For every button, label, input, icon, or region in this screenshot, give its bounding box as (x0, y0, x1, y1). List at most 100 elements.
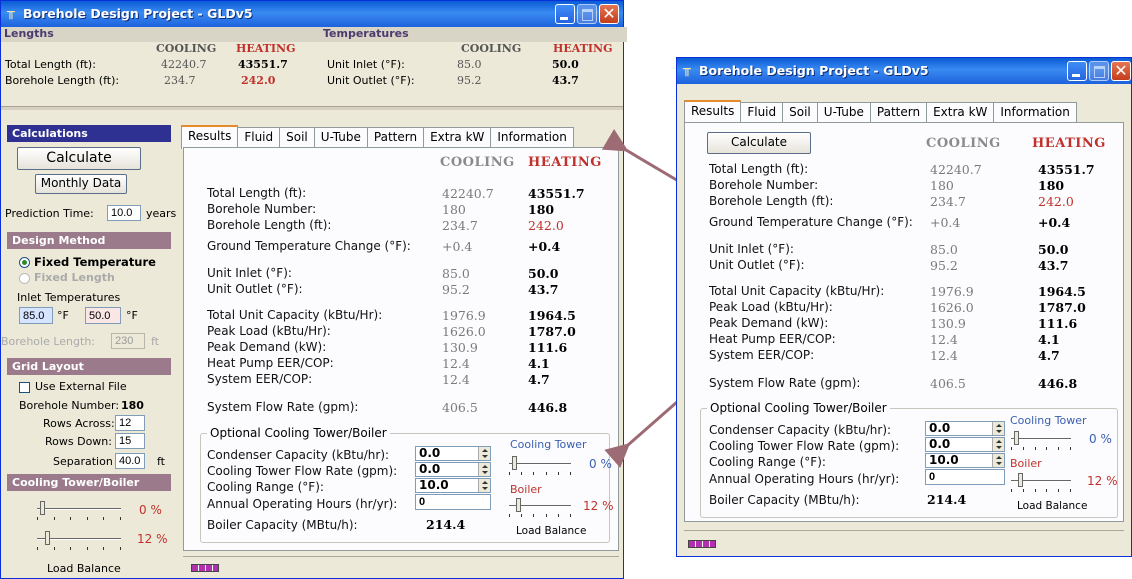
spin-arrows-icon[interactable] (478, 463, 490, 476)
tab-soil[interactable]: Soil (782, 102, 818, 123)
boiler-percent: 12 % (583, 499, 614, 513)
total-length-cool: 42240.7 (442, 186, 494, 201)
boiler-slider[interactable] (509, 498, 571, 517)
unit-inlet-heat: 50.0 (1038, 242, 1069, 257)
use-external-file-label: Use External File (35, 380, 127, 393)
summary-cooling-header: COOLING (156, 42, 217, 55)
load-balance-label: Load Balance (516, 525, 587, 537)
tab-fluid[interactable]: Fluid (237, 127, 281, 148)
cooling-tower-slider[interactable] (1011, 431, 1071, 450)
status-divider (684, 530, 1124, 531)
peak-demand-label: Peak Demand (kW): (709, 316, 829, 330)
rows-across-input[interactable] (115, 415, 145, 431)
monthly-data-button[interactable]: Monthly Data (35, 174, 127, 194)
borehole-length-row-label: Borehole Length (ft): (709, 194, 834, 208)
cooling-tower-slider[interactable] (509, 456, 571, 475)
unit-outlet-label: Unit Outlet (°F): (709, 258, 805, 272)
condenser-capacity-label: Condenser Capacity (kBtu/hr): (207, 448, 390, 462)
borehole-length-input[interactable] (111, 333, 145, 349)
spin-arrows-icon[interactable] (478, 447, 490, 460)
optional-group-title: Optional Cooling Tower/Boiler (207, 426, 390, 440)
main-window: ╥ Borehole Design Project - GLDv5 ✕ Leng… (0, 0, 627, 579)
detail-title-bar[interactable]: ╥ Borehole Design Project - GLDv5 ✕ (677, 58, 1131, 84)
tab-extra-kw[interactable]: Extra kW (926, 102, 995, 123)
tower-flow-stepper[interactable]: 0.0 (925, 437, 1005, 452)
system-eer-heat: 4.7 (1038, 348, 1060, 363)
unit-inlet-heat: 50.0 (528, 266, 559, 281)
slider-thumb[interactable] (512, 456, 517, 470)
tab-results[interactable]: Results (181, 125, 239, 149)
unit-outlet-cool: 95.2 (930, 258, 958, 273)
inlet-heat-unit: °F (126, 309, 138, 322)
tower-flow-stepper[interactable]: 0.0 (415, 462, 491, 477)
peak-demand-label: Peak Demand (kW): (207, 340, 327, 354)
tab-u-tube[interactable]: U-Tube (816, 102, 871, 123)
rows-across-label: Rows Across: (43, 417, 115, 430)
close-icon: ✕ (1114, 61, 1128, 80)
tab-information[interactable]: Information (490, 127, 574, 148)
slider-thumb[interactable] (40, 501, 45, 515)
peak-demand-heat: 111.6 (528, 340, 568, 355)
maximize-button[interactable] (577, 4, 597, 24)
boiler-slider[interactable] (1011, 473, 1071, 492)
tab-pattern[interactable]: Pattern (366, 127, 425, 148)
use-external-file-checkbox[interactable] (19, 382, 30, 393)
separation-input[interactable] (115, 453, 145, 469)
borehole-length-cool: 234.7 (930, 194, 966, 209)
spin-arrows-icon[interactable] (478, 479, 490, 492)
sidebar-load-balance-label: Load Balance (47, 562, 121, 575)
peak-demand-cool: 130.9 (442, 340, 478, 355)
sidebar-boiler-percent: 12 % (137, 532, 168, 546)
detail-calculate-button[interactable]: Calculate (707, 132, 811, 154)
close-button[interactable]: ✕ (1111, 61, 1131, 81)
condenser-capacity-stepper[interactable]: 0.0 (415, 446, 491, 461)
fixed-length-radio[interactable] (19, 273, 30, 284)
sidebar-boiler-slider[interactable] (37, 531, 121, 550)
tab-u-tube[interactable]: U-Tube (313, 127, 368, 148)
condenser-capacity-stepper[interactable]: 0.0 (925, 421, 1005, 436)
system-flow-heat: 446.8 (528, 400, 568, 415)
spin-arrows-icon[interactable] (992, 454, 1004, 467)
spin-arrows-icon[interactable] (992, 438, 1004, 451)
fixed-temperature-radio[interactable] (19, 257, 30, 268)
annual-hours-input[interactable] (415, 494, 491, 510)
title-bar[interactable]: ╥ Borehole Design Project - GLDv5 ✕ (1, 1, 623, 27)
tab-information[interactable]: Information (993, 102, 1077, 123)
annual-hours-input[interactable] (925, 469, 1005, 485)
spin-arrows-icon[interactable] (992, 422, 1004, 435)
unit-inlet-label: Unit Inlet (°F): (207, 266, 292, 280)
tab-results[interactable]: Results (684, 100, 742, 124)
tab-soil[interactable]: Soil (279, 127, 315, 148)
prediction-time-input[interactable] (107, 205, 141, 221)
minimize-button[interactable] (555, 4, 575, 24)
temp-heating-header: HEATING (553, 42, 613, 55)
slider-thumb[interactable] (45, 531, 50, 545)
peak-load-cool: 1626.0 (930, 300, 974, 315)
tab-pattern[interactable]: Pattern (869, 102, 928, 123)
borehole-number-row-label: Borehole Number: (709, 178, 819, 192)
calculate-button[interactable]: Calculate (17, 147, 141, 170)
close-button[interactable]: ✕ (599, 4, 619, 24)
slider-thumb[interactable] (1018, 473, 1023, 487)
slider-thumb[interactable] (1014, 431, 1019, 445)
inlet-heat-input[interactable] (85, 307, 121, 324)
inlet-cool-input[interactable] (19, 307, 53, 324)
summary-heating-header: HEATING (236, 42, 296, 55)
rows-down-label: Rows Down: (45, 435, 112, 448)
tab-fluid[interactable]: Fluid (740, 102, 784, 123)
system-flow-cool: 406.5 (442, 400, 478, 415)
cooling-range-label: Cooling Range (°F): (709, 455, 826, 469)
ground-temp-change-label: Ground Temperature Change (°F): (207, 239, 411, 253)
sidebar-tower-slider[interactable] (37, 501, 121, 520)
tab-extra-kw[interactable]: Extra kW (423, 127, 492, 148)
slider-thumb[interactable] (516, 498, 521, 512)
maximize-button[interactable] (1089, 61, 1109, 81)
fixed-temperature-label: Fixed Temperature (34, 255, 156, 269)
cooling-range-stepper[interactable]: 10.0 (925, 453, 1005, 468)
calculations-header: Calculations (7, 125, 171, 142)
heat-pump-eer-label: Heat Pump EER/COP: (709, 332, 836, 346)
cooling-range-stepper[interactable]: 10.0 (415, 478, 491, 493)
borehole-length-row-label: Borehole Length (ft): (207, 218, 332, 232)
minimize-button[interactable] (1067, 61, 1087, 81)
rows-down-input[interactable] (115, 433, 145, 449)
